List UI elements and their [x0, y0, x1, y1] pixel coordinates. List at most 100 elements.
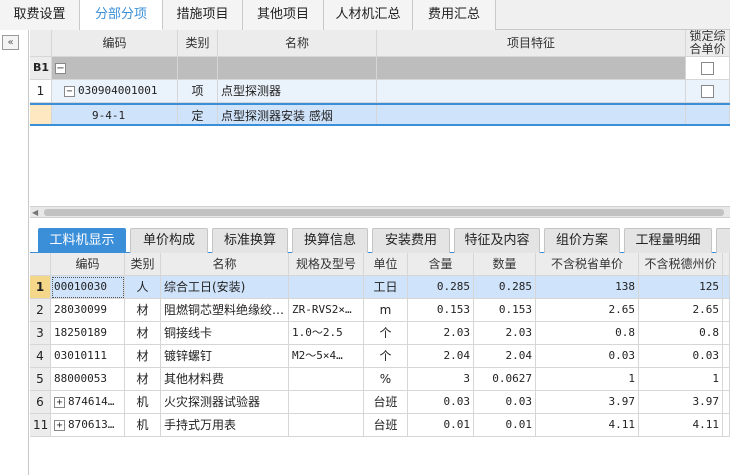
unit-cell[interactable]: 个 — [364, 345, 408, 368]
tab-quantity-details[interactable]: 工程量明细 — [624, 228, 712, 253]
price-province-cell[interactable]: 0.03 — [536, 345, 639, 368]
quantity-cell[interactable]: 0.285 — [474, 276, 536, 299]
scroll-left-icon[interactable]: ◀ — [32, 207, 38, 218]
spec-cell[interactable] — [289, 368, 364, 391]
table-row[interactable]: 2 28030099 材阻燃铜芯塑料绝缘绞… ZR-RVS2×… m 0.153 0.153… — [30, 299, 730, 322]
price-dezhou-cell[interactable]: 0.8 — [639, 322, 723, 345]
content-cell[interactable]: 2.04 — [408, 345, 474, 368]
spec-cell[interactable] — [289, 276, 364, 299]
name-cell[interactable]: 点型探测器 — [218, 80, 377, 103]
category-cell[interactable]: 机 — [125, 414, 161, 437]
tab-labor-material-summary[interactable]: 人材机汇总 — [324, 0, 413, 30]
content-cell[interactable]: 3 — [408, 368, 474, 391]
col-header-name[interactable]: 名称 — [161, 253, 289, 276]
tab-standard-conversion[interactable]: 标准换算 — [212, 228, 288, 253]
quantity-cell[interactable]: 2.03 — [474, 322, 536, 345]
code-cell[interactable]: − — [52, 57, 178, 80]
col-header-quantity[interactable]: 数量 — [474, 253, 536, 276]
category-cell[interactable]: 人 — [125, 276, 161, 299]
feature-cell[interactable] — [377, 80, 686, 103]
category-cell[interactable]: 机 — [125, 391, 161, 414]
tab-conversion-info[interactable]: 换算信息 — [292, 228, 368, 253]
price-province-cell[interactable]: 138 — [536, 276, 639, 299]
code-cell[interactable]: 00010030 — [51, 276, 125, 299]
feature-cell[interactable] — [377, 57, 686, 80]
quantity-cell[interactable]: 2.04 — [474, 345, 536, 368]
category-cell[interactable]: 材 — [125, 368, 161, 391]
name-cell[interactable] — [218, 57, 377, 80]
col-header-code[interactable]: 编码 — [51, 253, 125, 276]
table-row[interactable]: 5 88000053 材其他材料费% 3 0.0627 1 1 — [30, 368, 730, 391]
quantity-cell[interactable]: 0.0627 — [474, 368, 536, 391]
tab-labor-material-display[interactable]: 工料机显示 — [38, 228, 126, 253]
tab-fee-summary[interactable]: 费用汇总 — [413, 0, 496, 30]
price-dezhou-cell[interactable]: 2.65 — [639, 299, 723, 322]
table-row[interactable]: 11 +870613… 机手持式万用表 台班 0.01 0.01 4.11 4.11 — [30, 414, 730, 437]
code-cell[interactable]: +874614… — [51, 391, 125, 414]
name-cell[interactable]: 阻燃铜芯塑料绝缘绞… — [161, 299, 289, 322]
name-cell[interactable]: 火灾探测器试验器 — [161, 391, 289, 414]
price-dezhou-cell[interactable]: 1 — [639, 368, 723, 391]
table-row[interactable]: B1 − — [30, 57, 730, 80]
col-header-content[interactable]: 含量 — [408, 253, 474, 276]
tab-fee-settings[interactable]: 取费设置 — [0, 0, 80, 30]
table-row-selected[interactable]: 9-4-1 定 点型探测器安装 感烟 — [30, 103, 730, 126]
col-header-lock-price[interactable]: 锁定综合单价 — [686, 30, 730, 57]
price-province-cell[interactable]: 2.65 — [536, 299, 639, 322]
name-cell[interactable]: 铜接线卡 — [161, 322, 289, 345]
col-header-code[interactable]: 编码 — [52, 30, 178, 57]
name-cell[interactable]: 其他材料费 — [161, 368, 289, 391]
col-header-feature[interactable]: 项目特征 — [377, 30, 686, 57]
name-cell[interactable]: 手持式万用表 — [161, 414, 289, 437]
category-cell[interactable]: 材 — [125, 322, 161, 345]
content-cell[interactable]: 0.01 — [408, 414, 474, 437]
col-header-price-dezhou[interactable]: 不含税德州价 — [639, 253, 723, 276]
category-cell[interactable]: 定 — [178, 105, 218, 124]
spec-cell[interactable] — [289, 391, 364, 414]
tab-overflow[interactable] — [716, 228, 730, 253]
price-province-cell[interactable]: 0.8 — [536, 322, 639, 345]
name-cell[interactable]: 镀锌螺钉 — [161, 345, 289, 368]
unit-cell[interactable]: 个 — [364, 322, 408, 345]
lock-cell[interactable] — [686, 105, 730, 124]
expand-tree-icon[interactable]: + — [54, 396, 65, 408]
unit-cell[interactable]: m — [364, 299, 408, 322]
col-header-category[interactable]: 类别 — [178, 30, 218, 57]
tab-other-items[interactable]: 其他项目 — [243, 0, 324, 30]
content-cell[interactable]: 2.03 — [408, 322, 474, 345]
feature-cell[interactable] — [377, 105, 686, 124]
unit-cell[interactable]: 工日 — [364, 276, 408, 299]
price-province-cell[interactable]: 4.11 — [536, 414, 639, 437]
unit-cell[interactable]: 台班 — [364, 414, 408, 437]
tab-measures[interactable]: 措施项目 — [163, 0, 243, 30]
price-dezhou-cell[interactable]: 0.03 — [639, 345, 723, 368]
price-province-cell[interactable]: 3.97 — [536, 391, 639, 414]
name-cell[interactable]: 综合工日(安装) — [161, 276, 289, 299]
code-cell[interactable]: 18250189 — [51, 322, 125, 345]
tab-sub-items[interactable]: 分部分项 — [80, 0, 163, 30]
spec-cell[interactable]: ZR-RVS2×… — [289, 299, 364, 322]
table-row[interactable]: 3 18250189 材铜接线卡 1.0～2.5 个 2.03 2.03 0.8 0.8 — [30, 322, 730, 345]
col-header-name[interactable]: 名称 — [218, 30, 377, 57]
tab-pricing-scheme[interactable]: 组价方案 — [544, 228, 620, 253]
quantity-cell[interactable]: 0.153 — [474, 299, 536, 322]
code-cell[interactable]: 88000053 — [51, 368, 125, 391]
horizontal-scrollbar[interactable]: ◀ — [30, 206, 730, 218]
scrollbar-thumb[interactable] — [44, 209, 724, 216]
price-dezhou-cell[interactable]: 125 — [639, 276, 723, 299]
price-dezhou-cell[interactable]: 3.97 — [639, 391, 723, 414]
col-header-unit[interactable]: 单位 — [364, 253, 408, 276]
code-cell[interactable]: 9-4-1 — [52, 105, 178, 124]
table-row[interactable]: 1 −030904001001 项 点型探测器 — [30, 80, 730, 103]
quantity-cell[interactable]: 0.01 — [474, 414, 536, 437]
code-cell[interactable]: +870613… — [51, 414, 125, 437]
lock-price-checkbox[interactable] — [701, 85, 714, 98]
collapse-tree-icon[interactable]: − — [64, 85, 75, 97]
spec-cell[interactable]: 1.0～2.5 — [289, 322, 364, 345]
collapse-tree-icon[interactable]: − — [55, 63, 66, 74]
tab-unit-price-composition[interactable]: 单价构成 — [130, 228, 208, 253]
col-header-price-province[interactable]: 不含税省单价 — [536, 253, 639, 276]
price-dezhou-cell[interactable]: 4.11 — [639, 414, 723, 437]
unit-cell[interactable]: % — [364, 368, 408, 391]
table-row-selected[interactable]: 1 00010030 人综合工日(安装) 工日 0.285 0.285 138 125 — [30, 276, 730, 299]
